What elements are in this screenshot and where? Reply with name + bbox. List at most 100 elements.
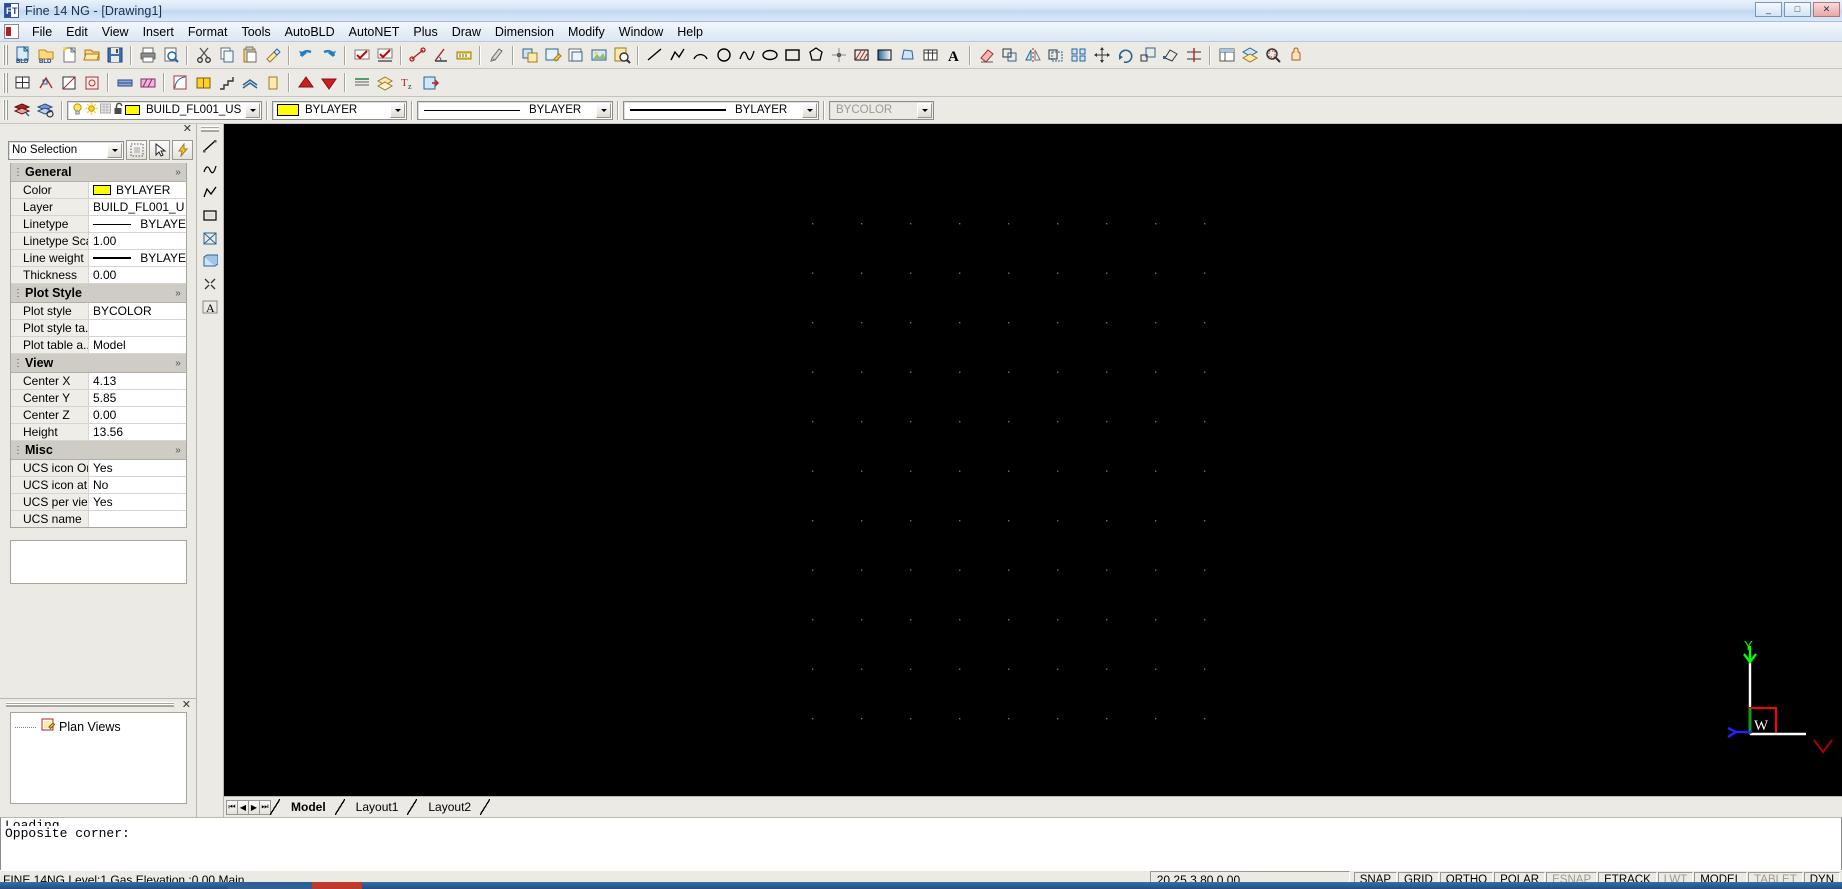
menu-autobld[interactable]: AutoBLD	[278, 23, 342, 41]
plan-views-tree-item[interactable]: Plan Views	[15, 718, 182, 735]
chevron-down-icon[interactable]	[802, 102, 817, 118]
ellipse-icon[interactable]	[759, 45, 780, 66]
menu-edit[interactable]: Edit	[59, 23, 95, 41]
layer-color-swatch[interactable]	[125, 105, 140, 115]
copy-object-icon[interactable]	[999, 45, 1020, 66]
property-row[interactable]: UCS per vie... Yes	[11, 494, 186, 511]
property-row[interactable]: Linetype Scale 1.00	[11, 233, 186, 250]
chevron-down-icon[interactable]	[245, 102, 260, 118]
menu-tools[interactable]: Tools	[234, 23, 277, 41]
property-value[interactable]: 5.85	[89, 391, 186, 405]
open-folder-icon[interactable]	[81, 45, 102, 66]
make-layer-current-icon[interactable]	[12, 100, 33, 121]
property-row[interactable]: Linetype BYLAYE	[11, 216, 186, 233]
chevron-collapse-icon[interactable]: »	[170, 358, 186, 369]
export-icon[interactable]	[420, 72, 441, 93]
tab-layout2[interactable]: Layout2	[417, 799, 480, 815]
menu-insert[interactable]: Insert	[136, 23, 181, 41]
polyline-icon[interactable]	[667, 45, 688, 66]
paintbrush-icon[interactable]	[486, 45, 507, 66]
property-value[interactable]: 0.00	[89, 408, 186, 422]
property-row[interactable]: UCS icon at... No	[11, 477, 186, 494]
toolbar-grip[interactable]	[2, 100, 9, 120]
close-icon[interactable]: ✕	[183, 124, 192, 135]
block-insert-icon[interactable]	[519, 45, 540, 66]
new-file-icon[interactable]	[58, 45, 79, 66]
quick-select-button[interactable]	[126, 140, 147, 160]
spline-icon[interactable]	[736, 45, 757, 66]
open-bld-icon[interactable]: BLD	[35, 45, 56, 66]
property-row[interactable]: Color BYLAYER	[11, 182, 186, 199]
property-row[interactable]: Plot style BYCOLOR	[11, 303, 186, 320]
drawing-document-icon[interactable]	[4, 24, 19, 39]
property-value[interactable]: 0.00	[89, 268, 186, 282]
plotstyle-combo[interactable]: BYCOLOR	[829, 100, 934, 120]
undo-icon[interactable]	[295, 45, 316, 66]
trim-icon[interactable]	[1183, 45, 1204, 66]
property-value[interactable]: BYLAYE	[89, 217, 186, 231]
menu-help[interactable]: Help	[670, 23, 710, 41]
redo-icon[interactable]	[318, 45, 339, 66]
text-height-icon[interactable]: Tz	[397, 72, 418, 93]
property-value[interactable]: Yes	[89, 495, 186, 509]
text-tool-icon[interactable]: A	[200, 296, 221, 317]
scale-icon[interactable]	[1137, 45, 1158, 66]
slab-icon[interactable]	[137, 72, 158, 93]
check-table-icon[interactable]	[374, 45, 395, 66]
linetype-combo[interactable]: BYLAYER	[417, 100, 613, 120]
menu-format[interactable]: Format	[181, 23, 235, 41]
color-combo[interactable]: BYLAYER	[272, 100, 407, 120]
layers-icon[interactable]	[1239, 45, 1260, 66]
property-value[interactable]: 13.56	[89, 425, 186, 439]
save-icon[interactable]	[104, 45, 125, 66]
offset-icon[interactable]	[1045, 45, 1066, 66]
block-tool-icon[interactable]	[200, 250, 221, 271]
property-group-plot-style[interactable]: ⋮ Plot Style »	[11, 284, 186, 303]
property-row[interactable]: UCS name	[11, 511, 186, 527]
freeze-viewport-icon[interactable]	[99, 102, 112, 118]
menu-file[interactable]: File	[25, 23, 59, 41]
chevron-collapse-icon[interactable]: »	[170, 288, 186, 299]
property-value[interactable]: BYLAYE	[89, 251, 186, 265]
wall-icon[interactable]	[114, 72, 135, 93]
property-row[interactable]: Layer BUILD_FL001_U	[11, 199, 186, 216]
column-icon[interactable]	[262, 72, 283, 93]
snap-icon[interactable]	[35, 72, 56, 93]
region-icon[interactable]	[897, 45, 918, 66]
spline-tool-icon[interactable]	[200, 158, 221, 179]
tab-model[interactable]: Model	[280, 799, 335, 815]
xref-icon[interactable]	[565, 45, 586, 66]
select-objects-button[interactable]	[149, 140, 170, 160]
move-icon[interactable]	[1091, 45, 1112, 66]
hatch-icon[interactable]	[851, 45, 872, 66]
property-value[interactable]: 4.13	[89, 374, 186, 388]
property-group-general[interactable]: ⋮ General »	[11, 163, 186, 182]
property-row[interactable]: Center Z 0.00	[11, 407, 186, 424]
print-preview-icon[interactable]	[160, 45, 181, 66]
property-group-misc[interactable]: ⋮ Misc »	[11, 441, 186, 460]
mirror-icon[interactable]	[1022, 45, 1043, 66]
image-icon[interactable]	[588, 45, 609, 66]
selection-combo[interactable]: No Selection	[8, 140, 124, 160]
sun-icon[interactable]	[85, 102, 98, 118]
stair-icon[interactable]	[216, 72, 237, 93]
polygon-icon[interactable]	[805, 45, 826, 66]
layer-stack-icon[interactable]	[374, 72, 395, 93]
chevron-down-icon[interactable]	[390, 102, 405, 118]
quick-calc-button[interactable]	[172, 140, 193, 160]
property-row[interactable]: Height 13.56	[11, 424, 186, 441]
menu-modify[interactable]: Modify	[561, 23, 612, 41]
grid-icon[interactable]	[12, 72, 33, 93]
layer-properties-icon[interactable]	[35, 100, 56, 121]
point-icon[interactable]	[828, 45, 849, 66]
down-arrow-icon[interactable]	[318, 72, 339, 93]
chevron-down-icon[interactable]	[917, 102, 932, 118]
polyline-tool-icon[interactable]	[200, 181, 221, 202]
door-icon[interactable]	[170, 72, 191, 93]
property-row[interactable]: Plot table a... Model	[11, 337, 186, 354]
check-sheet-icon[interactable]	[351, 45, 372, 66]
level-icon[interactable]	[351, 72, 372, 93]
tab-layout1[interactable]: Layout1	[345, 799, 408, 815]
menu-plus[interactable]: Plus	[406, 23, 444, 41]
property-row[interactable]: Center Y 5.85	[11, 390, 186, 407]
